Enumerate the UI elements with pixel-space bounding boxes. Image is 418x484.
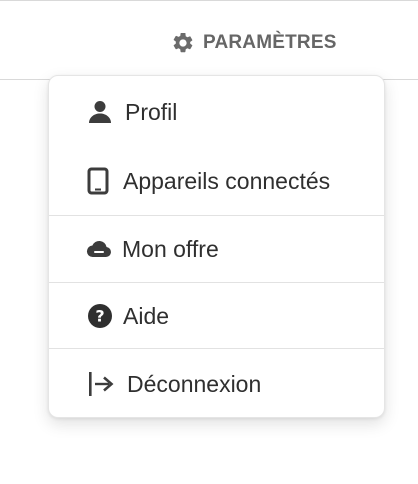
- gear-icon: [171, 31, 195, 55]
- menu-item-label: Déconnexion: [127, 370, 262, 397]
- menu-item-mon-offre[interactable]: Mon offre: [49, 231, 384, 267]
- settings-button[interactable]: PARAMÈTRES: [171, 25, 337, 61]
- tablet-icon: [87, 167, 109, 195]
- settings-label: PARAMÈTRES: [203, 32, 337, 53]
- top-bar: PARAMÈTRES: [0, 0, 418, 80]
- menu-item-label: Appareils connectés: [123, 167, 331, 194]
- user-icon: [87, 99, 113, 125]
- help-circle-icon: ?: [87, 303, 113, 329]
- menu-item-aide[interactable]: ? Aide: [49, 298, 384, 334]
- menu-divider: [49, 215, 384, 216]
- menu-divider: [49, 282, 384, 283]
- settings-dropdown-menu: Profil Appareils connectés Mon offre ? A…: [48, 75, 385, 418]
- menu-item-label: Mon offre: [122, 235, 219, 262]
- menu-divider: [49, 348, 384, 349]
- page: PARAMÈTRES Profil Appareils connectés Mo…: [0, 0, 418, 484]
- cloud-icon: [86, 239, 112, 259]
- menu-item-label: Aide: [123, 302, 170, 329]
- logout-icon: [87, 371, 115, 397]
- menu-item-appareils-connectes[interactable]: Appareils connectés: [49, 163, 384, 199]
- menu-item-deconnexion[interactable]: Déconnexion: [49, 366, 384, 402]
- svg-text:?: ?: [95, 307, 104, 326]
- menu-item-profil[interactable]: Profil: [49, 94, 384, 130]
- menu-item-label: Profil: [125, 98, 178, 125]
